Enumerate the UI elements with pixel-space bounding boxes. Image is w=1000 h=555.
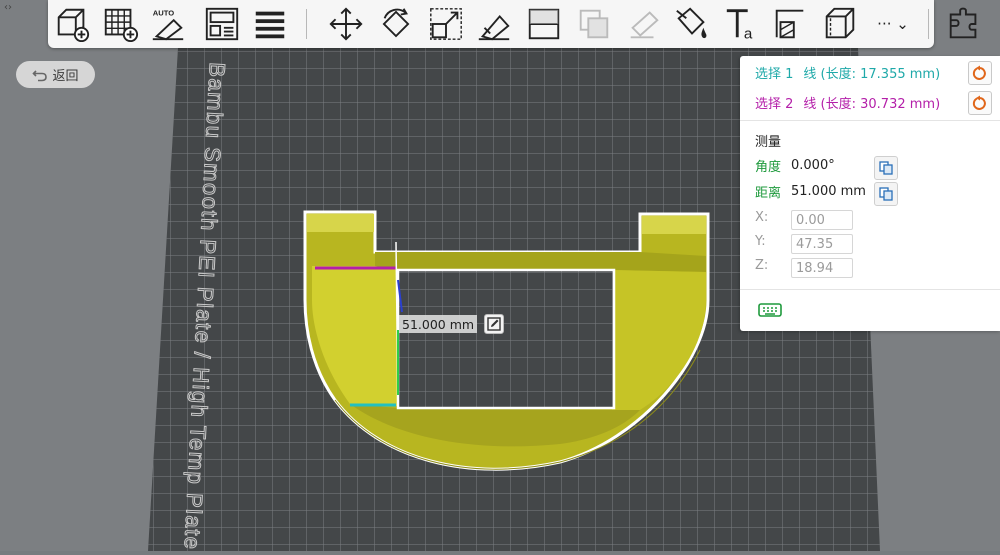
lay-on-face-icon[interactable] [474,4,514,44]
move-icon[interactable] [326,4,366,44]
reset-selection-1-button[interactable] [968,61,992,85]
angle-label: 角度 [755,159,782,175]
support-paint-icon[interactable] [624,4,664,44]
seam-icon[interactable] [770,4,810,44]
measure-section-title: 测量 [755,135,782,150]
svg-text:a: a [744,25,753,42]
rotate-icon[interactable] [376,4,416,44]
edit-distance-icon[interactable] [484,314,504,334]
distance-value: 51.000 mm [791,183,866,199]
keyboard-icon [758,303,782,317]
undo-arrow-icon [32,69,48,81]
selection-1-row[interactable]: 选择 1 线 (长度: 17.355 mm) [755,62,940,82]
color-paint-icon[interactable] [672,4,712,44]
distance-overlay-label: 51.000 mm [399,315,478,333]
z-field[interactable]: 18.94 [791,258,853,278]
z-label: Z: [755,258,769,273]
back-label: 返回 [52,69,79,84]
y-label: Y: [755,234,766,249]
auto-orient-icon[interactable]: AUTO [148,4,188,44]
copy-angle-button[interactable] [874,156,898,180]
angle-row: 角度 0.000° [755,155,835,175]
top-toolbar: AUTO a ··· ⌄ [48,0,934,48]
arrange-icon[interactable] [202,4,242,44]
x-label: X: [755,210,769,225]
svg-text:AUTO: AUTO [153,8,174,17]
keyboard-shortcuts-button[interactable] [758,301,782,319]
more-icon[interactable]: ··· ⌄ [870,4,916,44]
measure-panel: 选择 1 线 (长度: 17.355 mm) 选择 2 线 (长度: 30.73… [740,56,1000,331]
selection-2-desc: 线 (长度: 30.732 mm) [803,96,941,112]
selection-2-row[interactable]: 选择 2 线 (长度: 30.732 mm) [755,92,940,112]
measure-icon[interactable] [820,4,860,44]
copy-distance-button[interactable] [874,182,898,206]
copy-icon [878,160,893,175]
back-button[interactable]: 返回 [16,61,95,88]
x-field[interactable]: 0.00 [791,210,853,230]
collapse-handle-icon[interactable]: ‹› [4,2,12,13]
assembly-icon[interactable] [944,4,984,44]
angle-value: 0.000° [791,157,835,173]
distance-label: 距离 [755,185,782,201]
add-plate-icon[interactable] [100,4,140,44]
y-field[interactable]: 47.35 [791,234,853,254]
boolean-icon[interactable] [574,4,614,44]
cut-icon[interactable] [524,4,564,44]
reset-icon [972,65,986,80]
selection-1-desc: 线 (长度: 17.355 mm) [803,66,941,82]
reset-selection-2-button[interactable] [968,91,992,115]
text-icon[interactable]: a [722,4,762,44]
scale-icon[interactable] [426,4,466,44]
selection-2-label: 选择 2 [755,96,794,112]
reset-icon [972,95,986,110]
distance-row: 距离 51.000 mm [755,181,866,201]
selection-1-label: 选择 1 [755,66,794,82]
add-object-icon[interactable] [52,4,92,44]
layers-icon[interactable] [250,4,290,44]
copy-icon [878,186,893,201]
